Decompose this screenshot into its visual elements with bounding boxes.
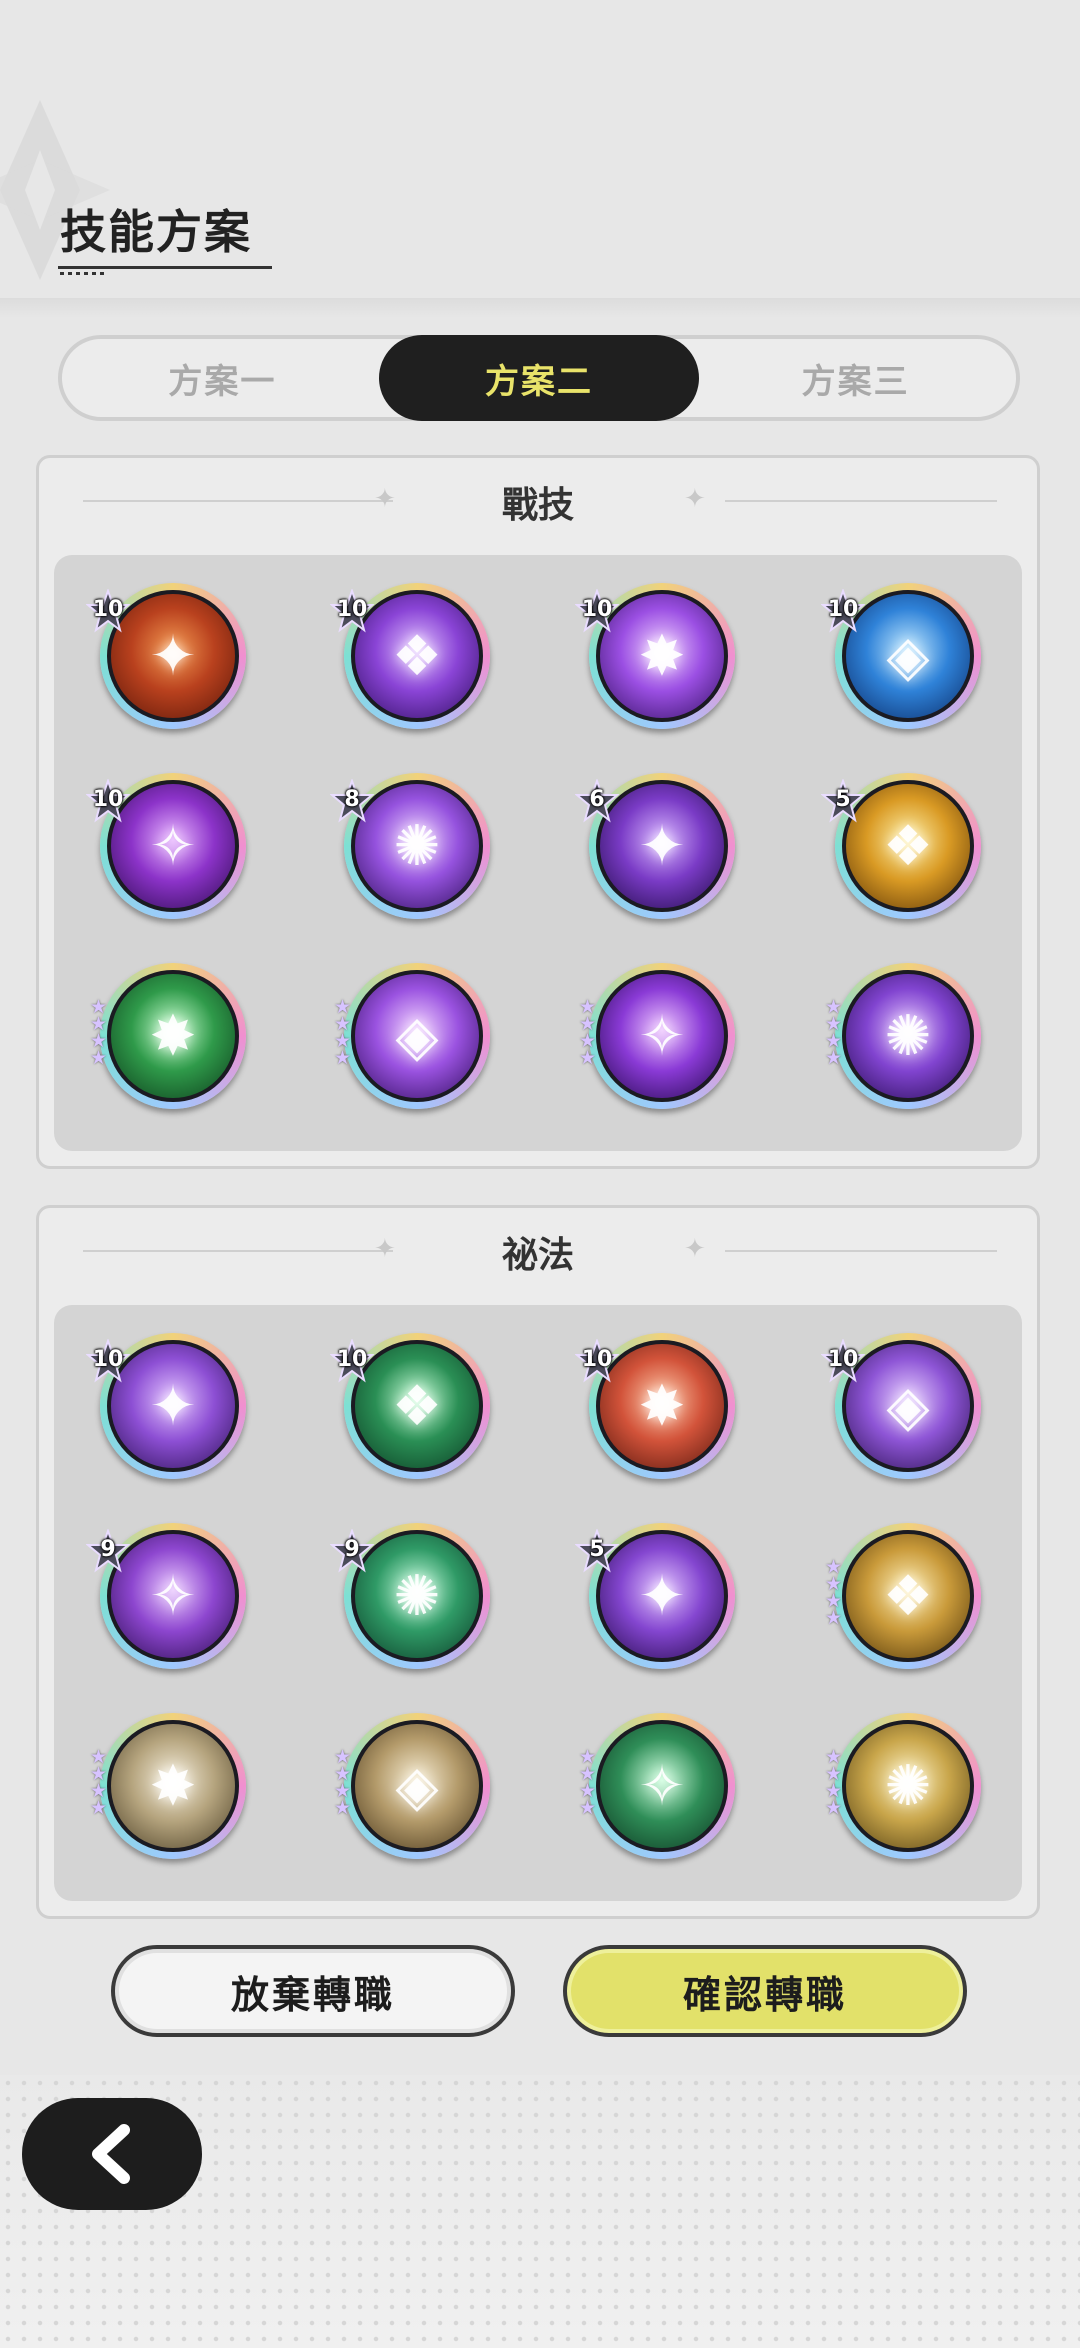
skill-level: 10	[581, 1347, 613, 1372]
purple-eye-icon: ✧	[596, 970, 728, 1102]
cancel-transfer-button[interactable]: 放棄轉職	[111, 1945, 515, 2037]
sparkle-icon: ✦	[684, 484, 706, 514]
green-wings-icon: ✧	[596, 1720, 728, 1852]
skill-level: 10	[92, 597, 124, 622]
golden-praying-icon: ❖	[842, 1530, 974, 1662]
rank-stars: ★ ★ ★ ★	[334, 998, 356, 1069]
skill-slot[interactable]: ✦ 10	[86, 583, 246, 729]
tab-plan-3[interactable]: 方案三	[695, 335, 1016, 421]
skill-slot[interactable]: ✦ 5	[575, 1523, 735, 1669]
rank-stars: ★ ★ ★ ★	[334, 1748, 356, 1819]
page-title: 技能方案	[60, 205, 252, 259]
skill-slot[interactable]: ✸ 10	[575, 1333, 735, 1479]
skill-level: 10	[581, 597, 613, 622]
skill-level: 10	[336, 597, 368, 622]
skill-level: 8	[344, 787, 360, 812]
skill-slot[interactable]: ✧ 10	[86, 773, 246, 919]
skill-slot[interactable]: ✺ ★ ★ ★ ★	[825, 963, 981, 1109]
rank-stars: ★ ★ ★ ★	[825, 998, 847, 1069]
skill-slot[interactable]: ✸ ★ ★ ★ ★	[90, 963, 246, 1109]
title-underline	[58, 266, 272, 269]
skill-glyph: ✧	[638, 1753, 686, 1819]
skill-slot[interactable]: ❖ 10	[330, 1333, 490, 1479]
skill-slot[interactable]: ✦ 10	[86, 1333, 246, 1479]
rank-stars: ★ ★ ★ ★	[825, 1558, 847, 1629]
star-icon: ★	[334, 1797, 352, 1819]
rank-stars: ★ ★ ★ ★	[90, 1748, 112, 1819]
beige-upward-icon: ◈	[351, 1720, 483, 1852]
chevron-left-icon	[92, 2124, 130, 2184]
star-icon: ★	[825, 1047, 843, 1069]
skill-slot[interactable]: ✧ 9	[86, 1523, 246, 1669]
skill-level: 9	[344, 1537, 360, 1562]
secret-skills-panel: ✦ 祕法 ✦ ✦ 10 ❖ 10 ✸ 10 ◈ 10 ✧ 9 ✺ 9 ✦ 5 ❖ ★ ★ ★ ★ ✸ ★ ★ ★ ★ ◈ ★ ★ ★ ★…	[36, 1205, 1040, 1919]
plan-tabs: 方案一 方案二 方案三	[58, 335, 1020, 421]
rank-stars: ★ ★ ★ ★	[579, 998, 601, 1069]
rank-stars: ★ ★ ★ ★	[579, 1748, 601, 1819]
skill-slot[interactable]: ✺ ★ ★ ★ ★	[825, 1713, 981, 1859]
skill-level: 5	[835, 787, 851, 812]
skill-level: 6	[589, 787, 605, 812]
skill-glyph: ✧	[638, 1003, 686, 1069]
skill-slot[interactable]: ◈ 10	[821, 583, 981, 729]
star-icon: ★	[334, 1047, 352, 1069]
star-icon: ★	[825, 1607, 843, 1629]
combat-section-title: 戰技	[501, 485, 574, 526]
skill-slot[interactable]: ✺ 8	[330, 773, 490, 919]
sparkle-icon: ✦	[684, 1234, 706, 1264]
skill-glyph: ◈	[395, 1753, 439, 1819]
skill-glyph: ✺	[884, 1753, 932, 1819]
skill-slot[interactable]: ✧ ★ ★ ★ ★	[579, 1713, 735, 1859]
skill-slot[interactable]: ❖ 5	[821, 773, 981, 919]
tab-plan-1[interactable]: 方案一	[62, 335, 383, 421]
star-icon: ★	[579, 1047, 597, 1069]
tab-plan-2[interactable]: 方案二	[378, 335, 700, 421]
secret-skill-grid: ✦ 10 ❖ 10 ✸ 10 ◈ 10 ✧ 9 ✺ 9 ✦ 5 ❖ ★ ★ ★ ★ ✸ ★ ★ ★ ★ ◈ ★ ★ ★ ★ ✧ ★ ★ ★ ★ ✺ ★…	[54, 1305, 1022, 1901]
skill-glyph: ❖	[882, 1563, 934, 1629]
skill-glyph: ✸	[149, 1003, 197, 1069]
green-comet-icon: ✸	[107, 970, 239, 1102]
skill-slot[interactable]: ❖ ★ ★ ★ ★	[825, 1523, 981, 1669]
purple-crest-icon: ✺	[842, 970, 974, 1102]
skill-level: 10	[92, 787, 124, 812]
secret-panel-header: ✦ 祕法 ✦	[39, 1208, 1037, 1292]
skill-slot[interactable]: ✦ 6	[575, 773, 735, 919]
combat-skill-grid: ✦ 10 ❖ 10 ✸ 10 ◈ 10 ✧ 10 ✺ 8 ✦ 6 ❖ 5 ✸ ★ ★ ★ ★ ◈ ★ ★ ★ ★ ✧ ★ ★ ★ ★ ✺ ★ ★ ★…	[54, 555, 1022, 1151]
skill-level: 10	[827, 1347, 859, 1372]
rank-stars: ★ ★ ★ ★	[90, 998, 112, 1069]
header-line-right	[725, 1250, 997, 1252]
skill-glyph: ✸	[149, 1753, 197, 1819]
skill-level: 5	[589, 1537, 605, 1562]
title-dots	[60, 272, 108, 275]
skill-level: 10	[92, 1347, 124, 1372]
skill-slot[interactable]: ❖ 10	[330, 583, 490, 729]
confirm-transfer-button[interactable]: 確認轉職	[563, 1945, 967, 2037]
skill-glyph: ✺	[884, 1003, 932, 1069]
skill-slot[interactable]: ◈ ★ ★ ★ ★	[334, 1713, 490, 1859]
back-button[interactable]	[22, 2098, 202, 2210]
combat-panel-header: ✦ 戰技 ✦	[39, 458, 1037, 542]
star-icon: ★	[90, 1047, 108, 1069]
skill-slot[interactable]: ◈ 10	[821, 1333, 981, 1479]
skill-slot[interactable]: ✺ 9	[330, 1523, 490, 1669]
purple-vortex-icon: ◈	[351, 970, 483, 1102]
beige-figure-icon: ✸	[107, 1720, 239, 1852]
skill-slot[interactable]: ◈ ★ ★ ★ ★	[334, 963, 490, 1109]
skill-slot[interactable]: ✸ 10	[575, 583, 735, 729]
header-line-right	[725, 500, 997, 502]
star-icon: ★	[579, 1797, 597, 1819]
star-icon: ★	[90, 1797, 108, 1819]
skill-slot[interactable]: ✸ ★ ★ ★ ★	[90, 1713, 246, 1859]
skill-glyph: ◈	[395, 1003, 439, 1069]
combat-skills-panel: ✦ 戰技 ✦ ✦ 10 ❖ 10 ✸ 10 ◈ 10 ✧ 10 ✺ 8 ✦ 6 ❖ 5 ✸ ★ ★ ★ ★ ◈ ★ ★ ★ ★ ✧ ★…	[36, 455, 1040, 1169]
golden-wave-icon: ✺	[842, 1720, 974, 1852]
skill-level: 10	[336, 1347, 368, 1372]
rank-stars: ★ ★ ★ ★	[825, 1748, 847, 1819]
star-icon: ★	[825, 1797, 843, 1819]
skill-level: 10	[827, 597, 859, 622]
secret-section-title: 祕法	[501, 1235, 574, 1276]
header-divider	[0, 298, 1080, 318]
skill-level: 9	[100, 1537, 116, 1562]
skill-slot[interactable]: ✧ ★ ★ ★ ★	[579, 963, 735, 1109]
